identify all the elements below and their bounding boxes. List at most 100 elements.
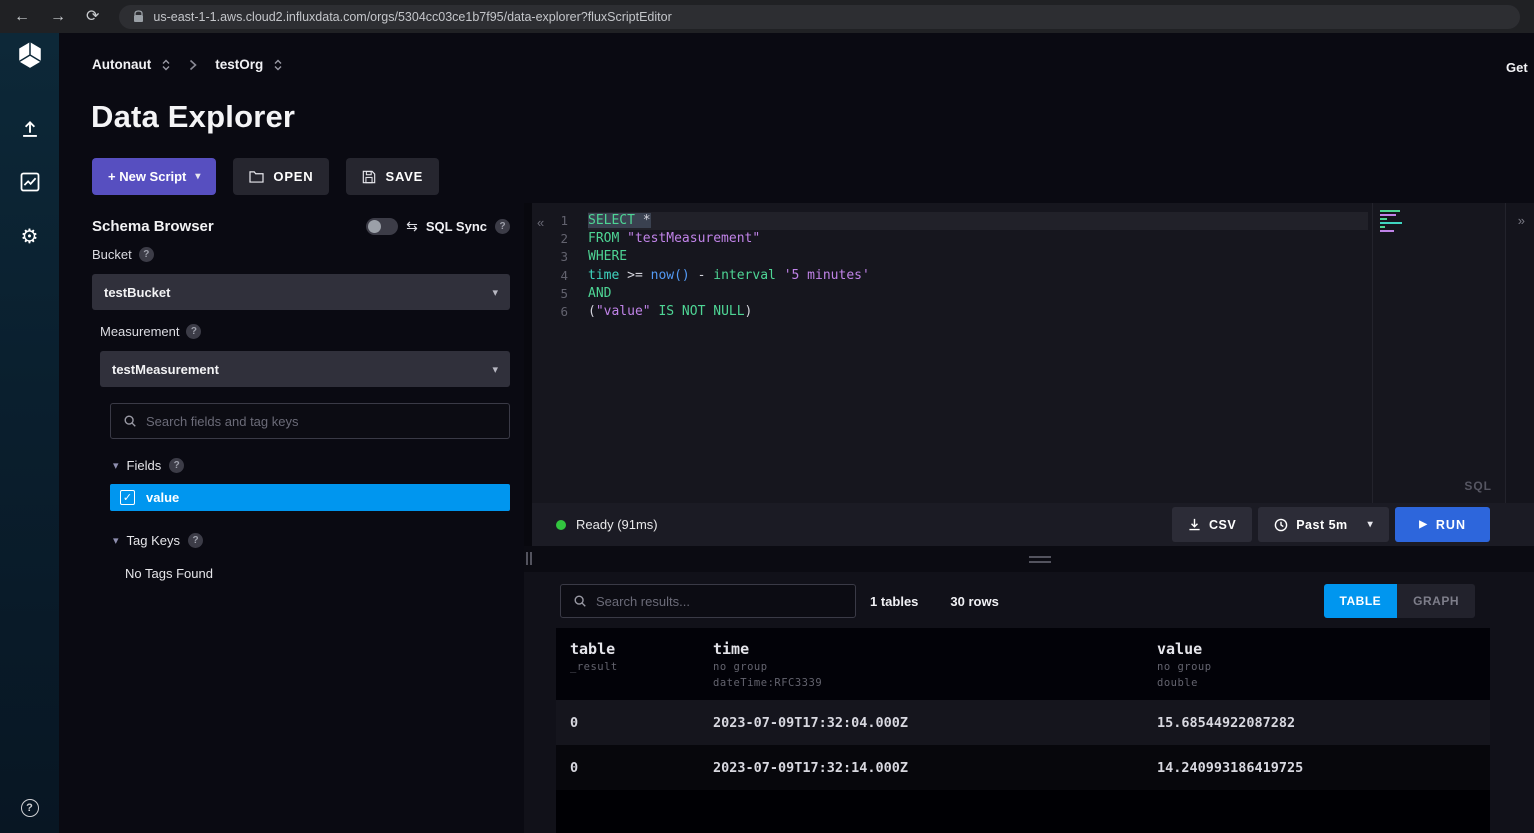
schema-browser-title: Schema Browser xyxy=(92,218,214,235)
panel-divider[interactable] xyxy=(524,203,532,546)
url-bar[interactable]: us-east-1-1.aws.cloud2.influxdata.com/or… xyxy=(119,5,1520,29)
new-script-button[interactable]: + New Script▾ xyxy=(92,158,216,195)
measurement-select[interactable]: testMeasurement ▾ xyxy=(100,351,510,387)
collapse-right-icon[interactable]: » xyxy=(1518,213,1525,228)
results-search xyxy=(560,584,856,618)
clock-icon xyxy=(1274,518,1288,532)
table-cell: 2023-07-09T17:32:14.000Z xyxy=(699,760,1143,776)
tab-graph[interactable]: GRAPH xyxy=(1397,584,1475,618)
open-script-button[interactable]: OPEN xyxy=(233,158,329,195)
page-title: Data Explorer xyxy=(91,99,295,135)
line-number: 4 xyxy=(546,267,568,285)
run-query-button[interactable]: ▶ RUN xyxy=(1395,507,1490,542)
table-cell: 14.240993186419725 xyxy=(1143,760,1490,776)
line-number: 1 xyxy=(546,212,568,230)
bucket-select[interactable]: testBucket ▾ xyxy=(92,274,510,310)
results-search-input[interactable] xyxy=(596,594,843,609)
workspace-switcher[interactable]: testOrg xyxy=(215,57,263,72)
url-text: us-east-1-1.aws.cloud2.influxdata.com/or… xyxy=(153,10,671,24)
time-range-select[interactable]: Past 5m ▾ xyxy=(1258,507,1389,542)
table-cell: 0 xyxy=(556,760,699,776)
org-switcher[interactable]: Autonaut xyxy=(92,57,151,72)
sql-editor: « 123456 SELECT *FROM "testMeasurement"W… xyxy=(532,203,1534,503)
search-icon xyxy=(123,414,137,428)
code-line[interactable]: SELECT * xyxy=(588,212,1368,230)
code-line[interactable]: FROM "testMeasurement" xyxy=(588,230,1368,248)
settings-gear-icon[interactable]: ⚙ xyxy=(0,224,59,249)
no-tags-message: No Tags Found xyxy=(125,566,213,581)
code-line[interactable]: AND xyxy=(588,285,1368,303)
download-icon xyxy=(1188,518,1201,531)
bucket-help-icon[interactable]: ? xyxy=(139,247,154,262)
sync-arrows-icon: ⇆ xyxy=(406,218,418,235)
editor-right-strip: » xyxy=(1505,203,1534,503)
tables-count: 1 tables xyxy=(870,594,918,609)
results-table: table_resulttimeno groupdateTime:RFC3339… xyxy=(556,628,1490,833)
schema-search xyxy=(110,403,510,439)
splitter-left-handle[interactable] xyxy=(526,552,532,565)
workspace-unfold-icon[interactable] xyxy=(273,58,283,72)
field-item-value[interactable]: ✓ value xyxy=(110,484,510,511)
search-icon xyxy=(573,594,587,608)
ready-status-icon xyxy=(556,520,566,530)
tag-keys-collapse-icon[interactable]: ▾ xyxy=(113,534,119,547)
tag-keys-section-label: Tag Keys xyxy=(127,533,180,548)
table-cell: 15.68544922087282 xyxy=(1143,715,1490,731)
editor-line-numbers: 123456 xyxy=(546,212,568,321)
collapse-left-icon[interactable]: « xyxy=(537,215,544,230)
column-header: valueno groupdouble xyxy=(1143,628,1490,700)
folder-icon xyxy=(249,170,264,183)
upload-icon[interactable] xyxy=(0,119,59,139)
sql-sync-help-icon[interactable]: ? xyxy=(495,219,510,234)
graphs-icon[interactable] xyxy=(0,172,59,192)
chevron-right-icon xyxy=(189,59,197,71)
fields-collapse-icon[interactable]: ▾ xyxy=(113,459,119,472)
sql-sync-toggle[interactable] xyxy=(366,218,398,235)
table-cell: 2023-07-09T17:32:04.000Z xyxy=(699,715,1143,731)
bucket-label: Bucket xyxy=(92,247,132,262)
save-script-button[interactable]: SAVE xyxy=(346,158,439,195)
column-header: timeno groupdateTime:RFC3339 xyxy=(699,628,1143,700)
line-number: 5 xyxy=(546,285,568,303)
fields-section-label: Fields xyxy=(127,458,162,473)
line-number: 3 xyxy=(546,248,568,266)
play-icon: ▶ xyxy=(1419,519,1428,530)
influxdb-data-explorer: ← → ⟳ us-east-1-1.aws.cloud2.influxdata.… xyxy=(0,0,1534,833)
browser-refresh-icon[interactable]: ⟳ xyxy=(86,9,99,25)
browser-back-icon[interactable]: ← xyxy=(14,9,30,25)
help-icon[interactable]: ? xyxy=(0,799,59,817)
results-table-body: 02023-07-09T17:32:04.000Z15.685449220872… xyxy=(556,700,1490,790)
table-cell: 0 xyxy=(556,715,699,731)
field-value-label: value xyxy=(146,490,179,505)
chevron-down-icon: ▾ xyxy=(492,363,498,376)
minimap[interactable] xyxy=(1380,210,1406,234)
horizontal-splitter[interactable] xyxy=(524,546,1534,572)
get-started-link[interactable]: Get xyxy=(1506,60,1534,75)
table-row[interactable]: 02023-07-09T17:32:14.000Z14.240993186419… xyxy=(556,745,1490,790)
script-toolbar: + New Script▾ OPEN SAVE xyxy=(92,158,439,195)
language-badge: SQL xyxy=(1464,479,1492,493)
save-icon xyxy=(362,170,376,184)
fields-help-icon[interactable]: ? xyxy=(169,458,184,473)
code-line[interactable]: ("value" IS NOT NULL) xyxy=(588,303,1368,321)
schema-search-input[interactable] xyxy=(146,414,497,429)
influxdb-logo-icon[interactable] xyxy=(0,41,59,69)
view-tabs: TABLE GRAPH xyxy=(1324,584,1475,618)
lock-icon xyxy=(133,10,144,23)
value-checkbox[interactable]: ✓ xyxy=(120,490,135,505)
editor-code: SELECT *FROM "testMeasurement"WHEREtime … xyxy=(588,212,1368,321)
org-unfold-icon[interactable] xyxy=(161,58,171,72)
code-line[interactable]: WHERE xyxy=(588,248,1368,266)
breadcrumb: Autonaut testOrg xyxy=(92,57,283,72)
app-sidebar: ⚙ ? xyxy=(0,33,59,833)
rows-count: 30 rows xyxy=(950,594,998,609)
csv-download-button[interactable]: CSV xyxy=(1172,507,1252,542)
code-line[interactable]: time >= now() - interval '5 minutes' xyxy=(588,267,1368,285)
measurement-help-icon[interactable]: ? xyxy=(186,324,201,339)
splitter-center-handle[interactable] xyxy=(1029,556,1051,566)
tag-keys-help-icon[interactable]: ? xyxy=(188,533,203,548)
browser-forward-icon[interactable]: → xyxy=(50,9,66,25)
editor-pane-divider xyxy=(1372,203,1373,503)
tab-table[interactable]: TABLE xyxy=(1324,584,1398,618)
table-row[interactable]: 02023-07-09T17:32:04.000Z15.685449220872… xyxy=(556,700,1490,745)
